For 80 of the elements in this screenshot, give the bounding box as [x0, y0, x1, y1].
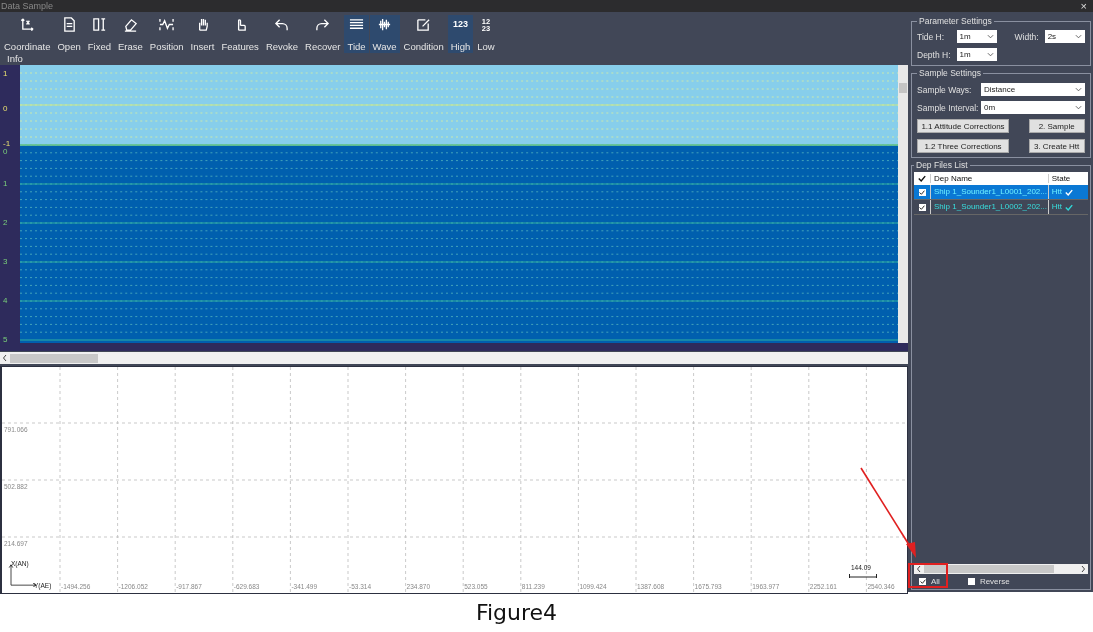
column-header[interactable]: State: [1047, 174, 1088, 183]
redo-arrow-icon: [315, 17, 331, 32]
dropdown[interactable]: 1m: [956, 48, 997, 61]
scale-bar: [849, 574, 877, 578]
toolbar-button[interactable]: Open: [54, 15, 84, 53]
toolbar-button[interactable]: Insert: [187, 15, 218, 53]
toolbar-button[interactable]: Fixed: [84, 15, 114, 53]
group-title: Dep Files List: [915, 160, 969, 170]
file-name: Ship 1_Sounder1_L0002_202...: [934, 202, 1047, 211]
eraser-icon: [122, 17, 138, 32]
dropdown[interactable]: 0m: [981, 101, 1085, 114]
toolbar-button[interactable]: Wave: [369, 15, 400, 53]
column-header[interactable]: Dep Name: [930, 174, 1048, 183]
file-row[interactable]: Ship 1_Sounder1_L0002_202... Htt: [914, 200, 1088, 215]
toolbar-button[interactable]: Coordinate: [1, 15, 54, 53]
state-text: Htt: [1051, 186, 1062, 198]
scale-label: 0: [3, 148, 8, 156]
toolbar-button[interactable]: Position: [146, 15, 187, 53]
checkbox[interactable]: [918, 203, 926, 211]
field-label: Width:: [1013, 31, 1039, 42]
toolbar-button[interactable]: Condition: [400, 15, 447, 53]
horizontal-scrollbar[interactable]: [0, 352, 908, 364]
action-button[interactable]: 1.2 Three Corrections: [917, 139, 1009, 153]
toolbar-button[interactable]: Revoke: [262, 15, 302, 53]
chevron-down-icon: [1074, 87, 1082, 92]
chevron-down-icon: [986, 52, 994, 57]
scale-label: 2: [3, 219, 8, 227]
state-text: Htt: [1051, 201, 1062, 213]
close-button[interactable]: ×: [1074, 0, 1093, 12]
file-row[interactable]: Ship 1_Sounder1_L0001_202... Htt: [914, 185, 1088, 200]
scale-label: 5: [3, 336, 8, 344]
chevron-down-icon: [1074, 34, 1082, 39]
scale-label: -1: [3, 140, 11, 148]
checkbox-option[interactable]: All: [919, 576, 940, 586]
document-icon: [61, 17, 77, 32]
checkbox-icon[interactable]: [967, 577, 975, 585]
group-title: Sample Settings: [918, 68, 982, 78]
undo-arrow-icon: [274, 17, 290, 32]
scale-label: 1: [3, 70, 8, 78]
figure-caption: Figure4: [475, 599, 558, 625]
sound-wave-icon: [377, 17, 393, 32]
scale-label: 4: [3, 297, 8, 305]
scroll-left-icon[interactable]: [2, 354, 8, 362]
scroll-right-icon[interactable]: [1079, 565, 1086, 573]
info-label: Info: [7, 53, 23, 64]
waveform-icon: [159, 17, 175, 32]
scale-label: 1: [3, 180, 8, 188]
highlight-box: [908, 563, 948, 588]
field-label: Depth H:: [917, 49, 951, 60]
chevron-down-icon: [986, 34, 994, 39]
grid-lines-icon: [349, 17, 365, 32]
checkbox[interactable]: [918, 188, 926, 196]
field-label: Tide H:: [917, 31, 946, 42]
action-button[interactable]: 2. Sample: [1028, 119, 1085, 133]
scroll-left-icon[interactable]: [916, 565, 922, 573]
action-button[interactable]: 3. Create Htt: [1028, 139, 1085, 153]
toolbar-button[interactable]: Features: [218, 15, 262, 53]
toolbar-button[interactable]: Erase: [114, 15, 146, 53]
toolbar-button[interactable]: 123 High: [447, 15, 474, 53]
field-label: Sample Ways:: [917, 84, 973, 95]
dropdown[interactable]: Distance: [981, 83, 1085, 96]
checkbox-option[interactable]: Reverse: [967, 576, 1010, 586]
window-title: Data Sample: [0, 1, 54, 11]
coordinate-axes-icon: [19, 17, 35, 32]
scale-label: 3: [3, 258, 8, 266]
dropdown[interactable]: 1m: [956, 30, 997, 43]
toolbar-button[interactable]: Tide: [344, 15, 369, 53]
field-label: Sample Interval:: [917, 102, 977, 113]
group-title: Parameter Settings: [918, 16, 993, 26]
edit-icon: [416, 17, 432, 32]
horizontal-scrollbar[interactable]: [914, 564, 1088, 574]
numbers-icon: 123: [452, 17, 468, 32]
toolbar-button[interactable]: Recover: [302, 15, 344, 53]
scale-label: 0: [3, 105, 8, 113]
file-name: Ship 1_Sounder1_L0001_202...: [934, 187, 1047, 196]
checkbox-icon[interactable]: [919, 577, 926, 585]
dropdown[interactable]: 2s: [1044, 30, 1085, 43]
vertical-scrollbar[interactable]: [898, 65, 908, 343]
chevron-down-icon: [1074, 105, 1082, 110]
action-button[interactable]: 1.1 Attitude Corrections: [917, 119, 1009, 133]
